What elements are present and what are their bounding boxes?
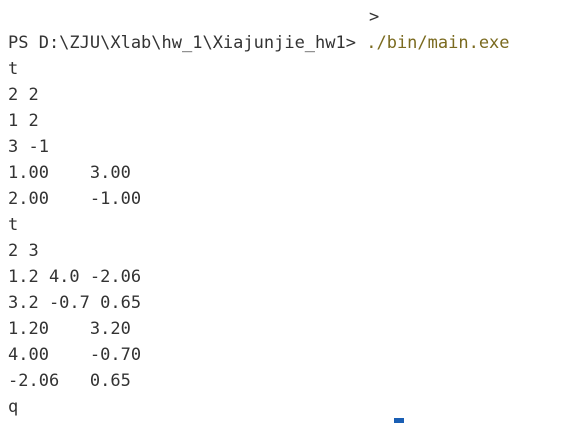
output-line: 3 -1: [8, 137, 49, 157]
output-line: t: [8, 215, 19, 235]
output-line: 1 2: [8, 111, 39, 131]
text-cursor: [394, 418, 404, 423]
output-line: 1.00 3.00: [8, 163, 131, 183]
terminal-window[interactable]: > PS D:\ZJU\Xlab\hw_1\Xiajunjie_hw1> ./b…: [0, 0, 582, 423]
prompt-line: PS D:\ZJU\Xlab\hw_1\Xiajunjie_hw1> ./bin…: [8, 30, 510, 56]
command-text: ./bin/main.exe: [366, 33, 510, 53]
output-line: 4.00 -0.70: [8, 345, 142, 365]
output-line: 2 2: [8, 85, 39, 105]
output-line: 1.2 4.0 -2.06: [8, 267, 142, 287]
output-line: t: [8, 59, 19, 79]
output-line: -2.06 0.65: [8, 371, 131, 391]
output-line: 3.2 -0.7 0.65: [8, 293, 142, 313]
prompt-text: PS D:\ZJU\Xlab\hw_1\Xiajunjie_hw1>: [8, 33, 367, 53]
output-line: 2.00 -1.00: [8, 189, 142, 209]
output-line: q: [8, 397, 19, 417]
continuation-arrow: >: [369, 7, 380, 27]
output-line: 1.20 3.20: [8, 319, 131, 339]
output-line: 2 3: [8, 241, 39, 261]
